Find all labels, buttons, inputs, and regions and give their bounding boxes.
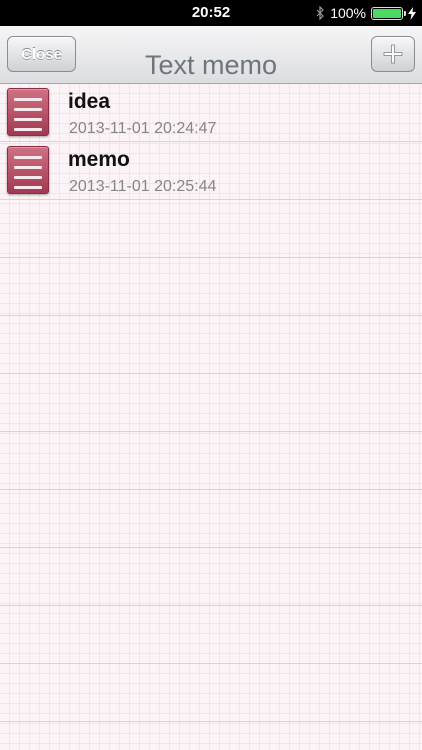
add-memo-button[interactable] [371,36,415,72]
memo-list-item[interactable]: idea 2013-11-01 20:24:47 [0,84,422,142]
close-button-label: Close [21,45,62,63]
memo-title: memo [68,148,130,171]
battery-percentage: 100% [330,5,366,21]
bluetooth-icon [316,6,325,20]
memo-note-icon [7,88,49,136]
battery-icon [371,6,406,20]
status-bar: 20:52 100% [0,0,422,26]
charging-bolt-icon [408,6,416,20]
memo-date: 2013-11-01 20:24:47 [69,120,217,137]
plus-icon [383,44,403,64]
memo-list-item[interactable]: memo 2013-11-01 20:25:44 [0,142,422,200]
memo-date: 2013-11-01 20:25:44 [69,178,217,195]
status-indicators: 100% [316,4,416,22]
memo-note-icon [7,146,49,194]
close-button[interactable]: Close [7,36,76,72]
memo-title: idea [68,90,111,113]
memo-list-area: idea 2013-11-01 20:24:47 memo 2013-11-01… [0,84,422,750]
navigation-bar: Text memo Close [0,26,422,84]
memo-list: idea 2013-11-01 20:24:47 memo 2013-11-01… [0,84,422,200]
